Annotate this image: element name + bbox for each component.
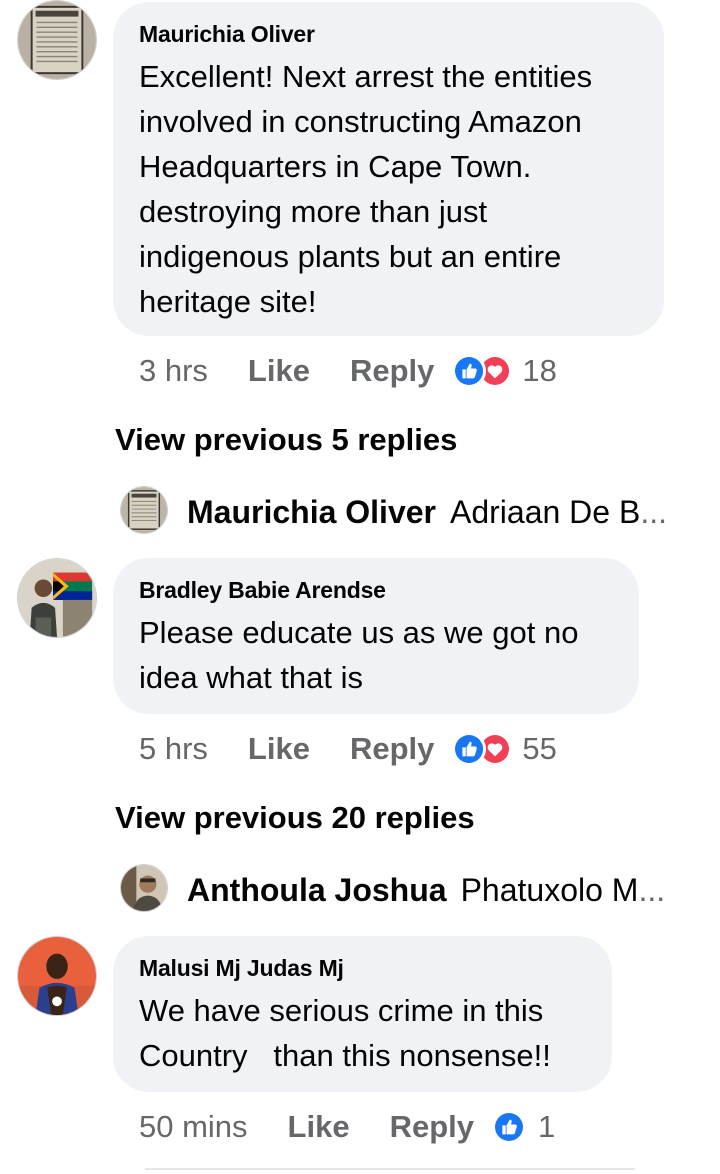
- comment-text-line: indigenous plants but an entire: [139, 239, 562, 274]
- comment-text-line: Please educate us as we got no: [139, 615, 579, 650]
- latest-reply-preview[interactable]: Anthoula Joshua Phatuxolo M ...: [187, 868, 677, 912]
- comment-actions: 3 hrs Like Reply 18: [139, 349, 557, 393]
- avatar[interactable]: [17, 936, 97, 1016]
- avatar[interactable]: [17, 0, 97, 80]
- comment-text-line: destroying more than just: [139, 194, 488, 229]
- comment-text: We have serious crime in this Country th…: [139, 988, 586, 1078]
- like-reaction-icon: [492, 1110, 526, 1144]
- reply-author[interactable]: Maurichia Oliver: [187, 494, 436, 531]
- avatar[interactable]: [17, 558, 97, 638]
- comment-bubble[interactable]: Maurichia Oliver Excellent! Next arrest …: [113, 2, 664, 336]
- comment-actions: 5 hrs Like Reply 55: [139, 727, 557, 771]
- reply-ellipsis: ...: [640, 493, 667, 530]
- view-previous-replies[interactable]: View previous 20 replies: [115, 800, 475, 836]
- reply-button[interactable]: Reply: [390, 1109, 474, 1145]
- like-button[interactable]: Like: [248, 353, 310, 389]
- reaction-count: 1: [538, 1109, 556, 1144]
- comment-author[interactable]: Bradley Babie Arendse: [139, 576, 613, 604]
- comment-text-line: involved in constructing Amazon: [139, 104, 582, 139]
- reply-text: Phatuxolo M: [460, 871, 639, 908]
- comment-author[interactable]: Malusi Mj Judas Mj: [139, 954, 586, 982]
- like-reaction-icon: [452, 732, 487, 766]
- comment-text-line: Headquarters in Cape Town.: [139, 149, 532, 184]
- comment-timestamp[interactable]: 50 mins: [139, 1109, 248, 1145]
- reply-avatar[interactable]: [120, 864, 168, 912]
- reply-button[interactable]: Reply: [350, 731, 434, 767]
- comment-text-line: Country than this nonsense!!: [139, 1038, 551, 1073]
- reply-avatar[interactable]: [120, 486, 168, 534]
- reaction-count: 55: [522, 731, 557, 766]
- comment-text: Excellent! Next arrest the entities invo…: [139, 54, 638, 324]
- comment-text-line: idea what that is: [139, 660, 364, 695]
- like-button[interactable]: Like: [288, 1109, 350, 1145]
- reaction-count: 18: [522, 353, 557, 388]
- reactions-summary[interactable]: [492, 1110, 526, 1144]
- latest-reply-preview[interactable]: Maurichia Oliver Adriaan De B ...: [187, 490, 677, 534]
- like-reaction-icon: [452, 354, 487, 388]
- reactions-summary[interactable]: [452, 354, 513, 388]
- comment-author[interactable]: Maurichia Oliver: [139, 20, 638, 48]
- reply-author[interactable]: Anthoula Joshua: [187, 872, 447, 909]
- comment-bubble[interactable]: Bradley Babie Arendse Please educate us …: [113, 558, 639, 714]
- comment-text: Please educate us as we got no idea what…: [139, 610, 613, 700]
- comment-timestamp[interactable]: 3 hrs: [139, 353, 208, 389]
- comment-bubble[interactable]: Malusi Mj Judas Mj We have serious crime…: [113, 936, 612, 1092]
- view-previous-replies[interactable]: View previous 5 replies: [115, 422, 457, 458]
- comment-text-line: Excellent! Next arrest the entities: [139, 59, 593, 94]
- reply-text: Adriaan De B: [449, 493, 641, 530]
- comment-text-line: heritage site!: [139, 284, 317, 319]
- comment-actions: 50 mins Like Reply 1: [139, 1105, 555, 1149]
- comment-timestamp[interactable]: 5 hrs: [139, 731, 208, 767]
- like-button[interactable]: Like: [248, 731, 310, 767]
- divider: [145, 1168, 635, 1170]
- comment-text-line: We have serious crime in this: [139, 993, 544, 1028]
- reply-ellipsis: ...: [638, 871, 666, 908]
- reactions-summary[interactable]: [452, 732, 513, 766]
- reply-button[interactable]: Reply: [350, 353, 434, 389]
